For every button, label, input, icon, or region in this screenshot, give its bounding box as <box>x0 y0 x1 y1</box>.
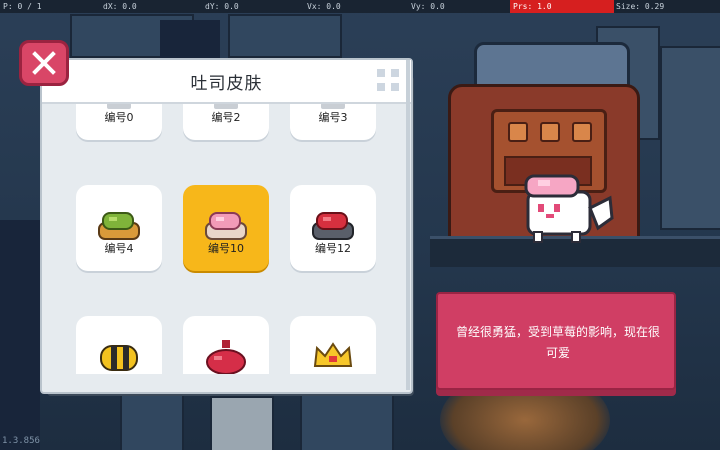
debug-p: P: 0 / 1 <box>3 2 42 11</box>
close-icon <box>32 51 56 75</box>
debug-vy: Vy: 0.0 <box>411 2 445 11</box>
toast-cat-character <box>520 168 620 252</box>
skin-card[interactable] <box>76 316 162 374</box>
skin-card[interactable] <box>290 316 376 374</box>
skin-card[interactable]: 编号2 <box>183 104 269 140</box>
pink-toast-icon <box>204 209 248 247</box>
red-toast-icon <box>311 209 355 247</box>
toast-icon-partial <box>206 104 246 117</box>
background-canister <box>210 396 274 450</box>
skin-card[interactable]: 编号0 <box>76 104 162 140</box>
debug-dx: dX: 0.0 <box>103 2 137 11</box>
dialog-title: 吐司皮肤 <box>190 73 263 94</box>
version-label: 1.3.856 <box>2 436 40 446</box>
background-pipe <box>300 392 394 450</box>
toast-icon-partial <box>99 104 139 117</box>
scrollbar-track[interactable] <box>406 60 410 390</box>
skin-description-text: 曾经很勇猛，受到草莓的影响，现在很可爱 <box>455 325 660 360</box>
debug-size: Size: 0.29 <box>616 2 665 11</box>
toast-cat-sprite <box>524 174 614 243</box>
skin-card[interactable]: 编号4 <box>76 185 162 271</box>
close-button[interactable] <box>19 40 69 86</box>
grid-view-icon[interactable] <box>377 69 399 91</box>
debug-prs: Prs: 1.0 <box>513 2 552 11</box>
machine-knob <box>508 122 528 142</box>
background-vent <box>160 20 220 60</box>
machine-knob <box>572 122 592 142</box>
red-bun-icon <box>204 340 248 374</box>
skin-dialog: 吐司皮肤 编号0 编号2 编号3 编号4 编号10 编号12 <box>40 58 413 394</box>
skin-card[interactable] <box>183 316 269 374</box>
background-wall-left <box>0 220 40 450</box>
debug-bar: P: 0 / 1 dX: 0.0 dY: 0.0 Vx: 0.0 Vy: 0.0… <box>0 0 720 13</box>
skin-card[interactable]: 编号10 <box>183 185 269 271</box>
debug-vx: Vx: 0.0 <box>307 2 341 11</box>
machine-knob <box>540 122 560 142</box>
background-wall-panel <box>660 46 720 230</box>
crown-toast-icon <box>311 340 355 374</box>
green-toast-icon <box>97 209 141 247</box>
dialog-header: 吐司皮肤 <box>42 60 411 104</box>
skin-description-box: 曾经很勇猛，受到草莓的影响，现在很可爱 <box>436 292 676 390</box>
background-pipe <box>120 392 184 450</box>
skin-card[interactable]: 编号12 <box>290 185 376 271</box>
background-pipe <box>228 14 342 58</box>
toast-icon-partial <box>313 104 353 117</box>
bee-toast-icon <box>97 340 141 374</box>
skin-grid: 编号0 编号2 编号3 编号4 编号10 编号12 <box>76 104 396 374</box>
debug-dy: dY: 0.0 <box>205 2 239 11</box>
skin-card[interactable]: 编号3 <box>290 104 376 140</box>
